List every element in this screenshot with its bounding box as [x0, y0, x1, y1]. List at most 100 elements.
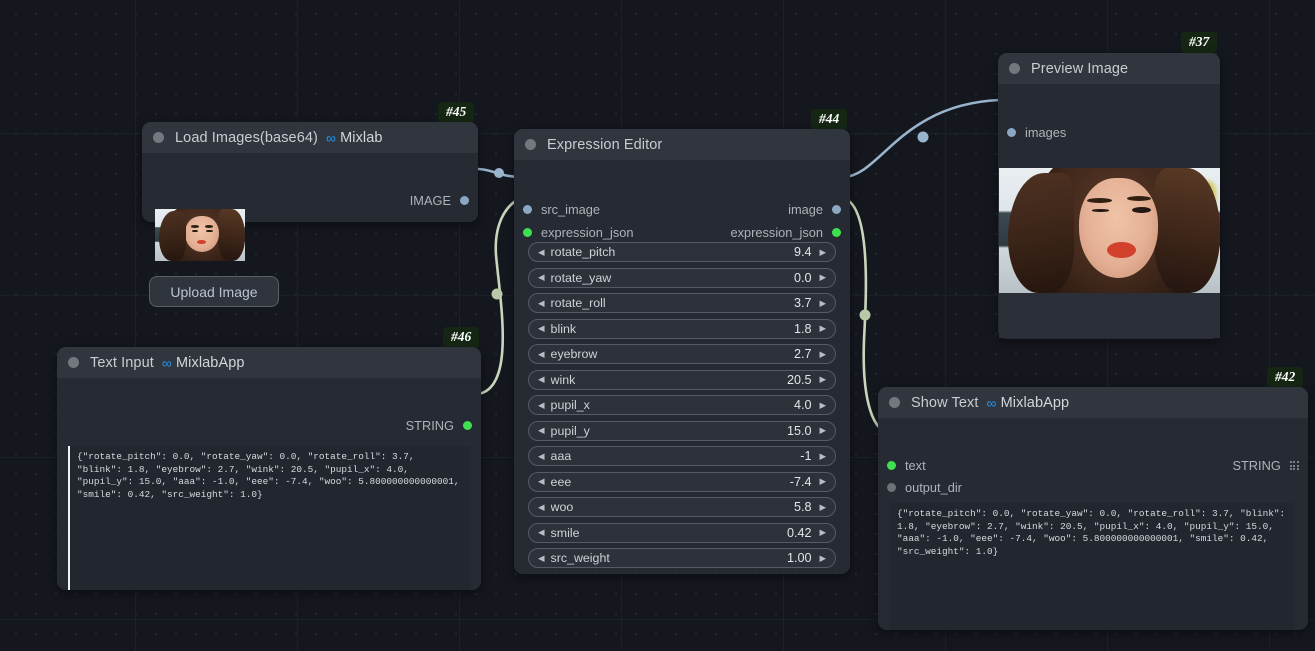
increment-arrow-icon[interactable]: ▶: [819, 452, 826, 461]
text-input-textarea[interactable]: {"rotate_pitch": 0.0, "rotate_yaw": 0.0,…: [68, 446, 470, 590]
output-slot-image[interactable]: image: [788, 202, 841, 217]
widget-value[interactable]: 0.42: [787, 526, 812, 540]
node-title-bar-load-images[interactable]: Load Images(base64) ∞ Mixlab: [142, 122, 478, 153]
output-slot-expression-json[interactable]: expression_json: [731, 225, 841, 240]
increment-arrow-icon[interactable]: ▶: [819, 477, 826, 486]
widget-rotate-yaw[interactable]: ◀ rotate_yaw 0.0 ▶: [528, 267, 836, 288]
node-expression-editor[interactable]: Expression Editor src_image expression_j…: [514, 129, 850, 574]
widget-src-weight[interactable]: ◀ src_weight 1.00 ▶: [528, 548, 836, 568]
widget-value[interactable]: 4.0: [794, 398, 812, 412]
input-slot-expression-json[interactable]: expression_json: [523, 225, 633, 240]
decrement-arrow-icon[interactable]: ◀: [538, 426, 545, 435]
decrement-arrow-icon[interactable]: ◀: [538, 401, 545, 410]
grid-dots-icon[interactable]: [1289, 460, 1299, 471]
decrement-arrow-icon[interactable]: ◀: [538, 324, 545, 333]
increment-arrow-icon[interactable]: ▶: [819, 273, 826, 282]
input-slot-images[interactable]: images: [1007, 125, 1066, 140]
collapse-dot-icon[interactable]: [525, 139, 536, 150]
widget-value[interactable]: 15.0: [787, 424, 812, 438]
increment-arrow-icon[interactable]: ▶: [819, 503, 826, 512]
widget-value[interactable]: 20.5: [787, 373, 812, 387]
increment-arrow-icon[interactable]: ▶: [819, 248, 826, 257]
decrement-arrow-icon[interactable]: ◀: [538, 554, 545, 563]
slot-dot-string[interactable]: [463, 421, 472, 430]
widget-value[interactable]: 9.4: [794, 245, 812, 259]
decrement-arrow-icon[interactable]: ◀: [538, 528, 545, 537]
slot-dot-string[interactable]: [887, 461, 896, 470]
collapse-dot-icon[interactable]: [153, 132, 164, 143]
link-image-expressioneditor-to-previewimage: [842, 98, 1001, 179]
widget-pupil-x[interactable]: ◀ pupil_x 4.0 ▶: [528, 395, 836, 415]
input-slot-label: output_dir: [905, 480, 962, 495]
slot-dot-image[interactable]: [832, 205, 841, 214]
decrement-arrow-icon[interactable]: ◀: [538, 299, 545, 308]
node-text-input[interactable]: Text Input ∞ MixlabApp STRING {"rotate_p…: [57, 347, 481, 590]
slot-dot-string[interactable]: [523, 228, 532, 237]
widget-woo[interactable]: ◀ woo 5.8 ▶: [528, 497, 836, 517]
output-slot-string[interactable]: STRING: [1232, 458, 1299, 473]
decrement-arrow-icon[interactable]: ◀: [538, 273, 545, 282]
increment-arrow-icon[interactable]: ▶: [819, 350, 826, 359]
node-title-bar-preview-image[interactable]: Preview Image: [998, 53, 1220, 84]
widget-value[interactable]: 2.7: [794, 347, 812, 361]
widget-label: rotate_roll: [550, 296, 606, 310]
widget-value[interactable]: 1.00: [787, 551, 812, 565]
widget-label: blink: [550, 321, 577, 336]
decrement-arrow-icon[interactable]: ◀: [538, 248, 545, 257]
widget-rotate-pitch[interactable]: ◀ rotate_pitch 9.4 ▶: [528, 242, 836, 262]
widget-value[interactable]: -1: [800, 449, 811, 463]
increment-arrow-icon[interactable]: ▶: [819, 528, 826, 537]
widget-value[interactable]: -7.4: [790, 475, 812, 489]
input-slot-label: src_image: [541, 202, 601, 217]
load-images-thumbnail[interactable]: [155, 209, 245, 261]
increment-arrow-icon[interactable]: ▶: [819, 299, 826, 308]
widget-blink[interactable]: ◀ blink 1.8 ▶: [528, 318, 836, 339]
slot-dot-image[interactable]: [460, 196, 469, 205]
decrement-arrow-icon[interactable]: ◀: [538, 375, 545, 384]
collapse-dot-icon[interactable]: [1009, 63, 1020, 74]
output-slot-image[interactable]: IMAGE: [410, 193, 469, 208]
widget-wink[interactable]: ◀ wink 20.5 ▶: [528, 369, 836, 390]
increment-arrow-icon[interactable]: ▶: [819, 375, 826, 384]
collapse-dot-icon[interactable]: [889, 397, 900, 408]
output-slot-string[interactable]: STRING: [406, 418, 472, 433]
slot-dot-image[interactable]: [1007, 128, 1016, 137]
increment-arrow-icon[interactable]: ▶: [819, 324, 826, 333]
slot-dot-image[interactable]: [523, 205, 532, 214]
node-show-text[interactable]: Show Text ∞ MixlabApp text output_dir ST…: [878, 387, 1308, 630]
widget-smile[interactable]: ◀ smile 0.42 ▶: [528, 522, 836, 543]
node-title-bar-show-text[interactable]: Show Text ∞ MixlabApp: [878, 387, 1308, 418]
decrement-arrow-icon[interactable]: ◀: [538, 477, 545, 486]
decrement-arrow-icon[interactable]: ◀: [538, 350, 545, 359]
increment-arrow-icon[interactable]: ▶: [819, 401, 826, 410]
widget-pupil-y[interactable]: ◀ pupil_y 15.0 ▶: [528, 420, 836, 441]
slot-dot-string[interactable]: [832, 228, 841, 237]
decrement-arrow-icon[interactable]: ◀: [538, 452, 545, 461]
preview-image-photo[interactable]: [999, 168, 1220, 293]
input-slot-output-dir[interactable]: output_dir: [887, 480, 962, 495]
increment-arrow-icon[interactable]: ▶: [819, 554, 826, 563]
widget-value[interactable]: 1.8: [794, 322, 812, 336]
widget-eee[interactable]: ◀ eee -7.4 ▶: [528, 471, 836, 492]
widget-value[interactable]: 0.0: [794, 271, 812, 285]
collapse-dot-icon[interactable]: [68, 357, 79, 368]
increment-arrow-icon[interactable]: ▶: [819, 426, 826, 435]
preview-hair-right: [1153, 168, 1220, 293]
widget-eyebrow[interactable]: ◀ eyebrow 2.7 ▶: [528, 344, 836, 364]
node-title-bar-expression-editor[interactable]: Expression Editor: [514, 129, 850, 160]
widget-rotate-roll[interactable]: ◀ rotate_roll 3.7 ▶: [528, 293, 836, 313]
input-slot-src-image[interactable]: src_image: [523, 202, 600, 217]
show-text-textarea[interactable]: {"rotate_pitch": 0.0, "rotate_yaw": 0.0,…: [890, 503, 1294, 630]
input-slot-text[interactable]: text: [887, 458, 926, 473]
upload-image-button[interactable]: Upload Image: [149, 276, 279, 307]
widget-value[interactable]: 3.7: [794, 296, 812, 310]
mixlab-label: MixlabApp: [175, 354, 245, 371]
node-load-images[interactable]: Load Images(base64) ∞ Mixlab IMAGE: [142, 122, 478, 222]
widget-aaa[interactable]: ◀ aaa -1 ▶: [528, 446, 836, 466]
node-graph-canvas[interactable]: #45 Load Images(base64) ∞ Mixlab IMAGE U…: [0, 0, 1315, 651]
preview-lips-pucker: [1107, 241, 1136, 258]
slot-dot-gray[interactable]: [887, 483, 896, 492]
node-title-bar-text-input[interactable]: Text Input ∞ MixlabApp: [57, 347, 481, 378]
decrement-arrow-icon[interactable]: ◀: [538, 503, 545, 512]
widget-value[interactable]: 5.8: [794, 500, 812, 514]
